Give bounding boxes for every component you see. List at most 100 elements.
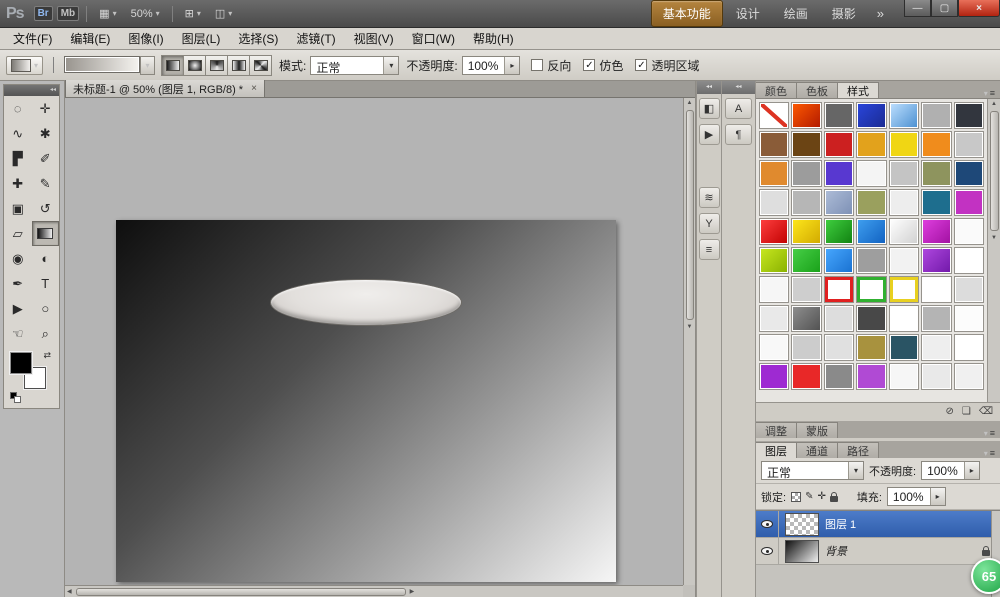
move-tool[interactable]: ✛ <box>32 96 60 121</box>
mode-select[interactable]: 正常 ▾ <box>310 56 399 75</box>
actions-panel-icon[interactable]: ▶ <box>699 124 720 145</box>
pen-tool[interactable]: ✒ <box>4 271 32 296</box>
spinner-icon[interactable]: ▸ <box>504 57 519 74</box>
menu-item[interactable]: 图层(L) <box>173 27 230 50</box>
style-swatch[interactable] <box>889 334 919 361</box>
style-swatch[interactable] <box>824 218 854 245</box>
scroll-up-icon[interactable]: ▲ <box>989 99 999 109</box>
style-swatch[interactable] <box>759 102 789 129</box>
collapse-dock-button[interactable]: ◂◂ <box>722 81 755 94</box>
close-tab-icon[interactable]: × <box>251 83 257 94</box>
panel-menu-button[interactable]: ▾ ≡ <box>984 88 1000 98</box>
style-swatch[interactable] <box>954 160 984 187</box>
layer-row[interactable]: 图层 1 <box>756 511 1000 538</box>
style-swatch[interactable] <box>791 160 821 187</box>
style-swatch[interactable] <box>791 276 821 303</box>
menu-item[interactable]: 帮助(H) <box>464 27 523 50</box>
menu-item[interactable]: 选择(S) <box>229 27 287 50</box>
chevron-down-icon[interactable]: ▾ <box>383 57 398 74</box>
tool-panel-collapse-button[interactable]: ◂◂ <box>4 85 59 96</box>
style-swatch[interactable] <box>759 160 789 187</box>
workspace-button[interactable]: 绘画 <box>773 1 819 26</box>
style-swatch[interactable] <box>759 363 789 390</box>
style-swatch[interactable] <box>954 363 984 390</box>
mini-bridge-button[interactable]: Mb <box>57 6 79 21</box>
quick-selection-tool[interactable]: ✱ <box>32 121 60 146</box>
style-swatch[interactable] <box>954 247 984 274</box>
style-swatch[interactable] <box>856 334 886 361</box>
lasso-tool[interactable]: ∿ <box>4 121 32 146</box>
character-panel-icon[interactable]: A <box>725 98 752 119</box>
style-swatch[interactable] <box>921 218 951 245</box>
style-swatch[interactable] <box>791 189 821 216</box>
visibility-toggle[interactable] <box>756 511 779 537</box>
lock-transparency-icon[interactable] <box>791 492 801 502</box>
gradient-preview[interactable] <box>64 56 140 73</box>
layers-opacity-input[interactable]: 100% ▸ <box>921 461 980 480</box>
style-swatch[interactable] <box>791 305 821 332</box>
zoom-level-dropdown[interactable]: 50% ▾ <box>126 5 165 23</box>
tool-preset-picker[interactable]: ▾ <box>6 56 43 75</box>
blur-tool[interactable]: ◉ <box>4 246 32 271</box>
close-button[interactable]: × <box>958 0 1000 17</box>
style-swatch[interactable] <box>824 276 854 303</box>
default-colors-icon[interactable] <box>10 392 24 404</box>
crop-tool[interactable]: ▛ <box>4 146 32 171</box>
arrange-documents-button[interactable]: ⊞ ▾ <box>180 4 206 23</box>
histogram-panel-icon[interactable]: ≡ <box>699 239 720 260</box>
style-swatch[interactable] <box>791 218 821 245</box>
style-swatch[interactable] <box>889 305 919 332</box>
workspace-button[interactable]: 基本功能 <box>651 0 723 27</box>
menu-item[interactable]: 编辑(E) <box>61 27 119 50</box>
hand-tool[interactable]: ☜ <box>4 321 32 346</box>
gradient-picker-button[interactable]: ▾ <box>140 56 155 75</box>
style-swatch[interactable] <box>759 218 789 245</box>
horizontal-scrollbar[interactable]: ◀ ▶ <box>65 585 683 597</box>
style-swatch[interactable] <box>791 334 821 361</box>
style-swatch[interactable] <box>889 102 919 129</box>
style-swatch[interactable] <box>824 189 854 216</box>
style-swatch[interactable] <box>759 334 789 361</box>
notification-badge[interactable]: 65 <box>971 558 1000 594</box>
diamond-gradient-button[interactable] <box>249 55 272 76</box>
scroll-right-icon[interactable]: ▶ <box>408 586 417 597</box>
style-swatch[interactable] <box>954 334 984 361</box>
style-swatch[interactable] <box>954 305 984 332</box>
style-swatch[interactable] <box>921 189 951 216</box>
style-swatch[interactable] <box>824 160 854 187</box>
history-brush-tool[interactable]: ↺ <box>32 196 60 221</box>
scrollbar-thumb[interactable] <box>76 588 406 596</box>
workspace-button[interactable]: 摄影 <box>821 1 867 26</box>
workspace-overflow-button[interactable]: » <box>871 4 890 23</box>
style-swatch[interactable] <box>921 247 951 274</box>
healing-brush-tool[interactable]: ✚ <box>4 171 32 196</box>
eyedropper-tool[interactable]: ✐ <box>32 146 60 171</box>
clone-source-panel-icon[interactable]: Y <box>699 213 720 234</box>
scrollbar-thumb[interactable] <box>990 111 999 231</box>
style-swatch[interactable] <box>856 189 886 216</box>
style-swatch[interactable] <box>759 305 789 332</box>
screen-mode-button[interactable]: ◫ ▾ <box>210 4 237 23</box>
style-swatch[interactable] <box>856 276 886 303</box>
spinner-icon[interactable]: ▸ <box>930 488 945 505</box>
style-swatch[interactable] <box>856 102 886 129</box>
style-swatch[interactable] <box>889 131 919 158</box>
style-swatch[interactable] <box>759 247 789 274</box>
style-swatch[interactable] <box>921 102 951 129</box>
style-swatch[interactable] <box>824 334 854 361</box>
new-style-icon[interactable]: ❏ <box>962 406 971 417</box>
layer-row[interactable]: 背景 <box>756 538 1000 565</box>
style-swatch[interactable] <box>889 189 919 216</box>
minimize-button[interactable]: — <box>904 0 931 17</box>
style-swatch[interactable] <box>921 276 951 303</box>
collapse-dock-button[interactable]: ◂◂ <box>697 81 721 94</box>
document-tab[interactable]: 未标题-1 @ 50% (图层 1, RGB/8) * × <box>65 80 265 97</box>
spinner-icon[interactable]: ▸ <box>964 462 979 479</box>
style-swatch[interactable] <box>856 247 886 274</box>
panel-tab[interactable]: 样式 <box>838 82 879 98</box>
visibility-toggle[interactable] <box>756 538 779 564</box>
ellipse-tool[interactable]: ○ <box>32 296 60 321</box>
style-swatch[interactable] <box>791 102 821 129</box>
bridge-button[interactable]: Br <box>34 6 53 21</box>
opacity-input[interactable]: 100% ▸ <box>462 56 521 75</box>
